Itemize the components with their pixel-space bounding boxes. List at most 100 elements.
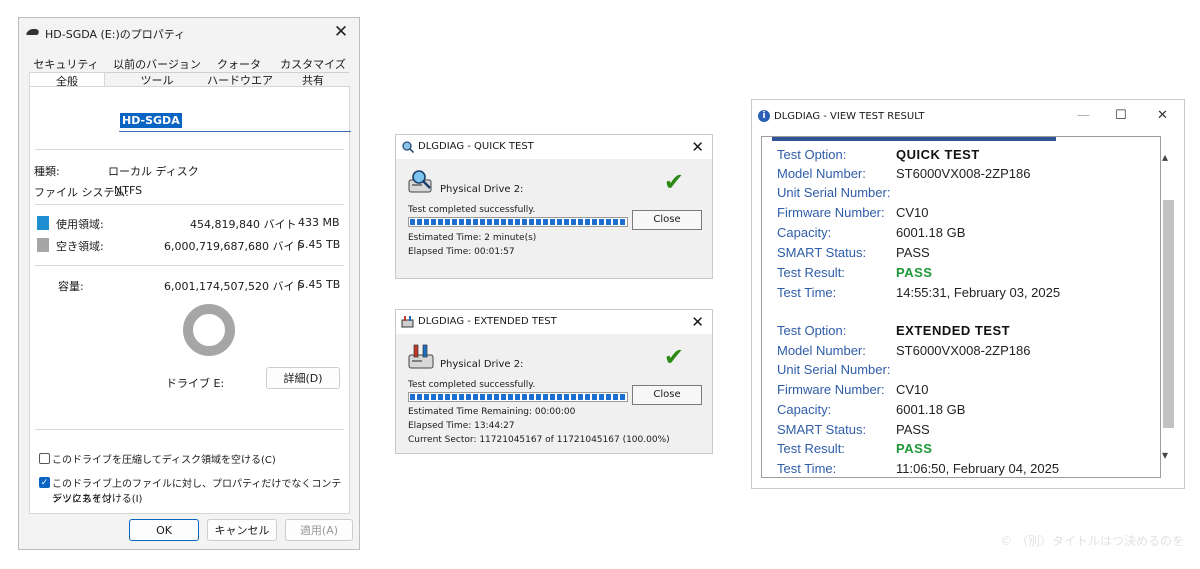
capacity-bytes: 6,001,174,507,520 バイト — [164, 280, 306, 293]
vertical-scrollbar[interactable]: ▴ ▾ — [1162, 136, 1175, 478]
free-space-swatch — [37, 238, 49, 252]
type-label: 種類: — [34, 165, 60, 178]
tab-customize[interactable]: カスタマイズ — [273, 56, 353, 73]
used-space-size: 433 MB — [298, 216, 340, 229]
scrollbar-thumb[interactable] — [1163, 200, 1174, 428]
model-number-label: Model Number: — [777, 166, 866, 181]
test-option-label: Test Option: — [777, 147, 847, 162]
test-result-label: Test Result: — [777, 441, 845, 456]
close-button[interactable]: Close — [632, 210, 702, 230]
serial-number-label: Unit Serial Number: — [777, 362, 891, 377]
smart-status-label: SMART Status: — [777, 245, 867, 260]
quick-test-dialog: DLGDIAG - QUICK TEST ✕ Physical Drive 2:… — [395, 134, 713, 279]
test-option-value: EXTENDED TEST — [896, 323, 1011, 338]
scroll-up-icon[interactable]: ▴ — [1162, 150, 1168, 164]
test-result-value: PASS — [896, 265, 933, 280]
close-icon[interactable]: ✕ — [1157, 108, 1168, 123]
model-number-value: ST6000VX008-2ZP186 — [896, 343, 1031, 358]
firmware-number-label: Firmware Number: — [777, 205, 885, 220]
free-space-bytes: 6,000,719,687,680 バイト — [164, 240, 306, 253]
cancel-button[interactable]: キャンセル — [207, 519, 277, 541]
elapsed-time: Elapsed Time: 00:01:57 — [408, 247, 515, 257]
tab-previous-versions[interactable]: 以前のバージョン — [107, 56, 207, 73]
current-sector: Current Sector: 11721045167 of 117210451… — [408, 435, 670, 445]
divider — [35, 149, 344, 150]
index-checkbox[interactable]: ✓ — [39, 477, 50, 488]
type-value: ローカル ディスク — [108, 165, 199, 178]
test-time-value: 14:55:31, February 03, 2025 — [896, 285, 1061, 300]
smart-status-value: PASS — [896, 422, 930, 437]
capacity-label: 容量: — [58, 280, 84, 293]
watermark-text: © （別）タイトルはつ決めるのを — [1000, 534, 1184, 548]
used-space-bytes: 454,819,840 バイト — [190, 218, 297, 231]
progress-bar-fill — [410, 219, 626, 225]
divider — [35, 265, 344, 266]
capacity-label: Capacity: — [777, 225, 832, 240]
close-icon[interactable]: ✕ — [331, 21, 351, 43]
smart-status-label: SMART Status: — [777, 422, 867, 437]
used-space-label: 使用領域: — [56, 218, 104, 231]
test-time-label: Test Time: — [777, 285, 837, 300]
serial-number-label: Unit Serial Number: — [777, 185, 891, 200]
magnifier-icon — [402, 141, 414, 153]
general-panel: HD-SGDA 種類: ローカル ディスク ファイル システム: NTFS 使用… — [29, 86, 351, 514]
close-icon[interactable]: ✕ — [691, 312, 704, 332]
window-title: HD-SGDA (E:)のプロパティ — [45, 28, 186, 41]
firmware-number-label: Firmware Number: — [777, 382, 885, 397]
extended-test-titlebar: DLGDIAG - EXTENDED TEST ✕ — [396, 310, 712, 334]
model-number-label: Model Number: — [777, 343, 866, 358]
compress-checkbox[interactable] — [39, 453, 50, 464]
extended-test-dialog: DLGDIAG - EXTENDED TEST ✕ Physical Drive… — [395, 309, 713, 454]
dialog-title: DLGDIAG - QUICK TEST — [418, 141, 534, 152]
capacity-label: Capacity: — [777, 402, 832, 417]
used-space-swatch — [37, 216, 49, 230]
result-list[interactable]: Test Option: QUICK TEST Model Number: ST… — [761, 136, 1161, 478]
divider — [35, 429, 344, 430]
smart-status-value: PASS — [896, 245, 930, 260]
dialog-title: DLGDIAG - EXTENDED TEST — [418, 316, 557, 327]
estimated-time: Estimated Time: 2 minute(s) — [408, 233, 537, 243]
capacity-value: 6001.18 GB — [896, 225, 966, 240]
properties-titlebar: HD-SGDA (E:)のプロパティ ✕ — [19, 18, 359, 48]
elapsed-time: Elapsed Time: 13:44:27 — [408, 421, 515, 431]
capacity-size: 5.45 TB — [298, 278, 341, 291]
free-space-size: 5.45 TB — [298, 238, 341, 251]
volume-name-input[interactable]: HD-SGDA — [119, 111, 351, 132]
volume-name-value: HD-SGDA — [120, 113, 182, 128]
minimize-icon[interactable]: — — [1077, 108, 1090, 123]
details-button[interactable]: 詳細(D) — [266, 367, 340, 389]
compress-label: このドライブを圧縮してディスク領域を空ける(C) — [52, 455, 276, 466]
test-option-value: QUICK TEST — [896, 147, 980, 162]
drive-scan-icon — [408, 170, 432, 193]
close-icon[interactable]: ✕ — [691, 137, 704, 157]
header-bar — [772, 137, 1056, 141]
status-text: Test completed successfully. — [408, 205, 536, 215]
physical-drive-label: Physical Drive 2: — [440, 184, 524, 195]
tab-quota[interactable]: クォータ — [209, 56, 269, 73]
apply-button[interactable]: 適用(A) — [285, 519, 353, 541]
info-icon: i — [758, 110, 770, 122]
firmware-number-value: CV10 — [896, 382, 929, 397]
progress-bar — [408, 217, 628, 227]
ok-button[interactable]: OK — [129, 519, 199, 541]
drive-icon — [25, 29, 41, 35]
estimated-time-remaining: Estimated Time Remaining: 00:00:00 — [408, 407, 576, 417]
quick-test-titlebar: DLGDIAG - QUICK TEST ✕ — [396, 135, 712, 159]
test-time-value: 11:06:50, February 04, 2025 — [896, 461, 1060, 476]
scroll-down-icon[interactable]: ▾ — [1162, 448, 1168, 462]
test-result-value: PASS — [896, 441, 933, 456]
drive-letter-label: ドライブ E: — [166, 377, 225, 390]
window-title: DLGDIAG - VIEW TEST RESULT — [774, 111, 925, 122]
maximize-icon[interactable]: ☐ — [1115, 108, 1127, 123]
free-space-label: 空き領域: — [56, 240, 104, 253]
close-button[interactable]: Close — [632, 385, 702, 405]
tab-security[interactable]: セキュリティ — [29, 56, 103, 73]
filesystem-value: NTFS — [114, 184, 143, 197]
donut-free-ring — [183, 304, 235, 356]
firmware-number-value: CV10 — [896, 205, 929, 220]
status-text: Test completed successfully. — [408, 380, 536, 390]
success-check-icon: ✔ — [663, 168, 684, 196]
progress-bar-fill — [410, 394, 626, 400]
success-check-icon: ✔ — [663, 343, 684, 371]
test-result-label: Test Result: — [777, 265, 845, 280]
